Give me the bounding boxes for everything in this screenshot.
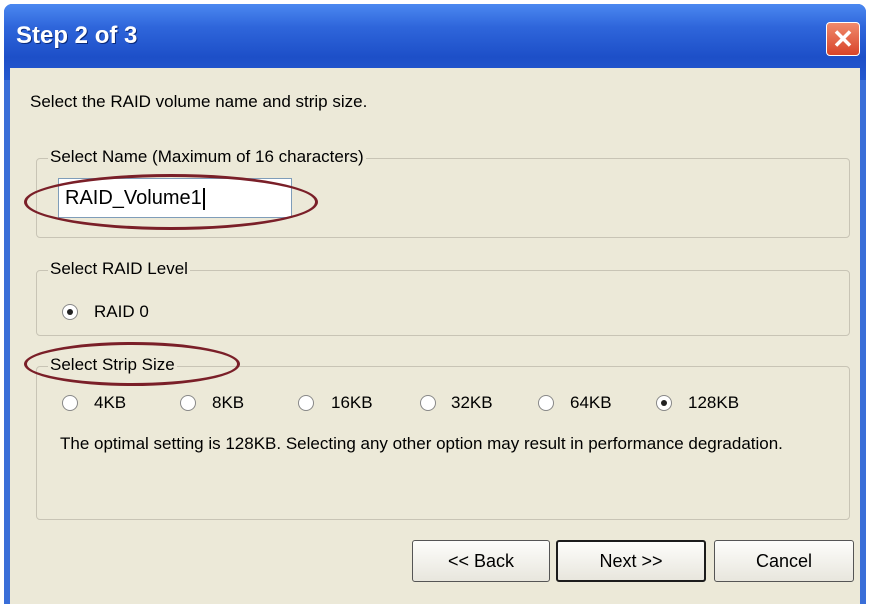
radio-strip-8kb[interactable] — [180, 395, 196, 411]
cancel-button[interactable]: Cancel — [714, 540, 854, 582]
radio-strip-4kb[interactable] — [62, 395, 78, 411]
back-button[interactable]: << Back — [412, 540, 550, 582]
close-icon: ✕ — [832, 23, 854, 54]
radio-strip-64kb[interactable] — [538, 395, 554, 411]
radio-raid0[interactable] — [62, 304, 78, 320]
radio-selected-dot — [661, 400, 667, 406]
next-button[interactable]: Next >> — [556, 540, 706, 582]
name-group-label: Select Name (Maximum of 16 characters) — [48, 147, 366, 167]
radio-strip-16kb-label: 16KB — [331, 393, 373, 412]
radio-strip-32kb-label: 32KB — [451, 393, 493, 412]
radio-raid0-label: RAID 0 — [94, 302, 149, 321]
close-button[interactable]: ✕ — [826, 22, 860, 56]
radio-strip-64kb-label: 64KB — [570, 393, 612, 412]
radio-strip-128kb-label: 128KB — [688, 393, 740, 412]
raid-level-group — [36, 270, 850, 336]
strip-size-note: The optimal setting is 128KB. Selecting … — [60, 434, 783, 453]
raid-level-group-label: Select RAID Level — [48, 259, 190, 279]
radio-selected-dot — [67, 309, 73, 315]
window-title: Step 2 of 3 — [16, 22, 138, 49]
intro-text: Select the RAID volume name and strip si… — [30, 92, 368, 111]
radio-strip-8kb-label: 8KB — [212, 393, 245, 412]
highlight-ellipse-name — [24, 174, 318, 230]
radio-strip-4kb-label: 4KB — [94, 393, 127, 412]
radio-strip-128kb[interactable] — [656, 395, 672, 411]
radio-strip-16kb[interactable] — [298, 395, 314, 411]
radio-strip-32kb[interactable] — [420, 395, 436, 411]
highlight-ellipse-strip — [24, 342, 240, 386]
